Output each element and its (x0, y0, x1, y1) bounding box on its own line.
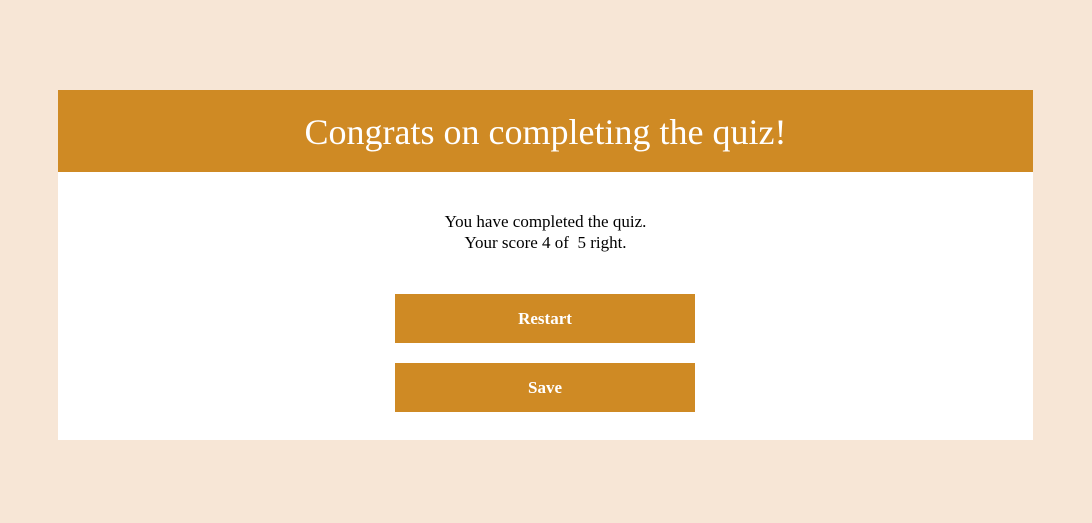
score-text: Your score 4 of 5 right. (464, 233, 627, 252)
card-header: Congrats on completing the quiz! (58, 90, 1033, 172)
page-title: Congrats on completing the quiz! (304, 112, 787, 152)
save-button[interactable]: Save (395, 363, 695, 412)
result-message: You have completed the quiz. Your score … (58, 211, 1033, 253)
completion-text: You have completed the quiz. (444, 212, 647, 231)
quiz-result-card: Congrats on completing the quiz! You hav… (58, 90, 1033, 440)
restart-button[interactable]: Restart (395, 294, 695, 343)
